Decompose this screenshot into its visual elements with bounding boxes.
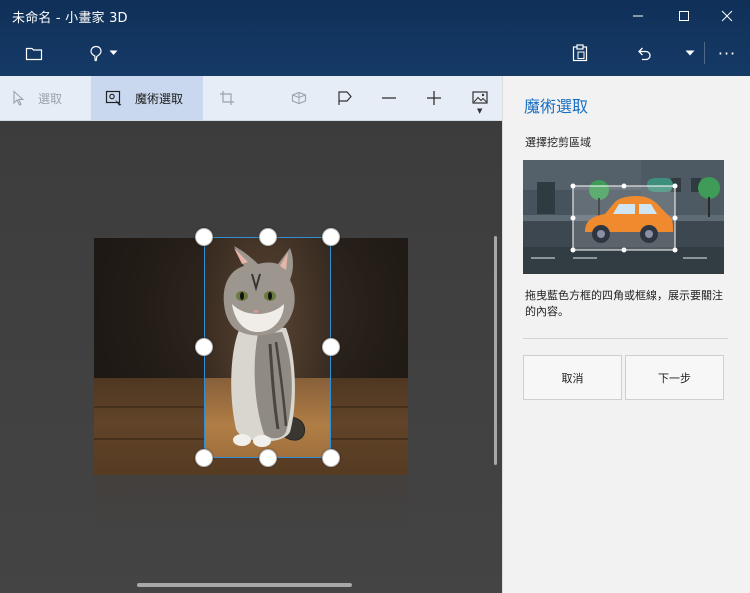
- tool-strip: 選取 魔術選取 ▼: [0, 76, 502, 121]
- image-options-tool[interactable]: ▼: [462, 76, 498, 120]
- selection-handle-top-left[interactable]: [195, 228, 213, 246]
- history-button[interactable]: [676, 36, 704, 70]
- chevron-down-icon: ▼: [477, 107, 483, 115]
- flag-icon: [338, 91, 352, 105]
- selection-handle-bottom-left[interactable]: [195, 449, 213, 467]
- history-icon: [685, 50, 695, 56]
- paste-icon: [572, 44, 588, 62]
- panel-divider: [523, 338, 728, 339]
- select-tool[interactable]: 選取: [12, 76, 86, 120]
- selection-handle-left[interactable]: [195, 338, 213, 356]
- crop-icon: [220, 91, 234, 105]
- more-button[interactable]: ···: [712, 36, 742, 70]
- command-divider: [704, 42, 705, 64]
- magic-select-panel: 魔術選取 選擇挖剪區域 拖曳藍色方框的四角或框線，展示要關注的內容。 取消 下一…: [502, 76, 750, 593]
- photo-reflection: [94, 475, 408, 535]
- selection-handle-bottom-right[interactable]: [322, 449, 340, 467]
- image-icon: [472, 91, 488, 104]
- next-button[interactable]: 下一步: [625, 355, 724, 400]
- selection-handle-top[interactable]: [259, 228, 277, 246]
- window-title: 未命名 - 小畫家 3D: [12, 11, 128, 26]
- vertical-scrollbar[interactable]: [494, 236, 497, 465]
- maximize-button[interactable]: [661, 0, 707, 32]
- magic-select-tool[interactable]: 魔術選取: [91, 76, 203, 120]
- zoom-out-tool[interactable]: [371, 76, 407, 120]
- undo-icon: [638, 47, 651, 61]
- selection-handle-bottom[interactable]: [259, 449, 277, 467]
- paste-button[interactable]: [560, 36, 600, 70]
- magic-select-icon: [105, 90, 122, 106]
- 3d-view-icon: [291, 91, 307, 105]
- brush-icon: [89, 45, 102, 61]
- panel-description: 拖曳藍色方框的四角或框線，展示要關注的內容。: [525, 289, 723, 318]
- selection-box[interactable]: [204, 237, 331, 458]
- car-illustration: [523, 160, 724, 274]
- close-icon: [721, 10, 733, 22]
- minimize-icon: [633, 15, 643, 17]
- brush-tools-button[interactable]: [80, 36, 126, 70]
- 3d-view-tool[interactable]: [281, 76, 317, 120]
- maximize-icon: [679, 11, 689, 21]
- panel-title: 魔術選取: [524, 97, 589, 116]
- select-icon: [13, 90, 25, 106]
- folder-icon: [25, 47, 43, 60]
- undo-button[interactable]: [626, 36, 662, 70]
- selection-handle-top-right[interactable]: [322, 228, 340, 246]
- zoom-out-icon: [382, 97, 396, 99]
- close-button[interactable]: [704, 0, 750, 32]
- illustration-image: [523, 160, 724, 274]
- zoom-in-tool[interactable]: [416, 76, 452, 120]
- zoom-in-icon: [427, 91, 441, 105]
- minimize-button[interactable]: [615, 0, 661, 32]
- horizontal-scrollbar[interactable]: [137, 583, 352, 587]
- crop-tool[interactable]: [209, 76, 245, 120]
- selection-handle-right[interactable]: [322, 338, 340, 356]
- panel-subtitle: 選擇挖剪區域: [525, 136, 591, 149]
- magic-select-label: 魔術選取: [135, 91, 184, 106]
- canvas-area[interactable]: [0, 121, 502, 593]
- flag-tool[interactable]: [327, 76, 363, 120]
- chevron-down-icon: [109, 50, 117, 55]
- title-bar: 未命名 - 小畫家 3D ···: [0, 0, 750, 76]
- select-tool-label: 選取: [38, 91, 63, 106]
- cancel-button[interactable]: 取消: [523, 355, 622, 400]
- menu-button[interactable]: [14, 36, 54, 70]
